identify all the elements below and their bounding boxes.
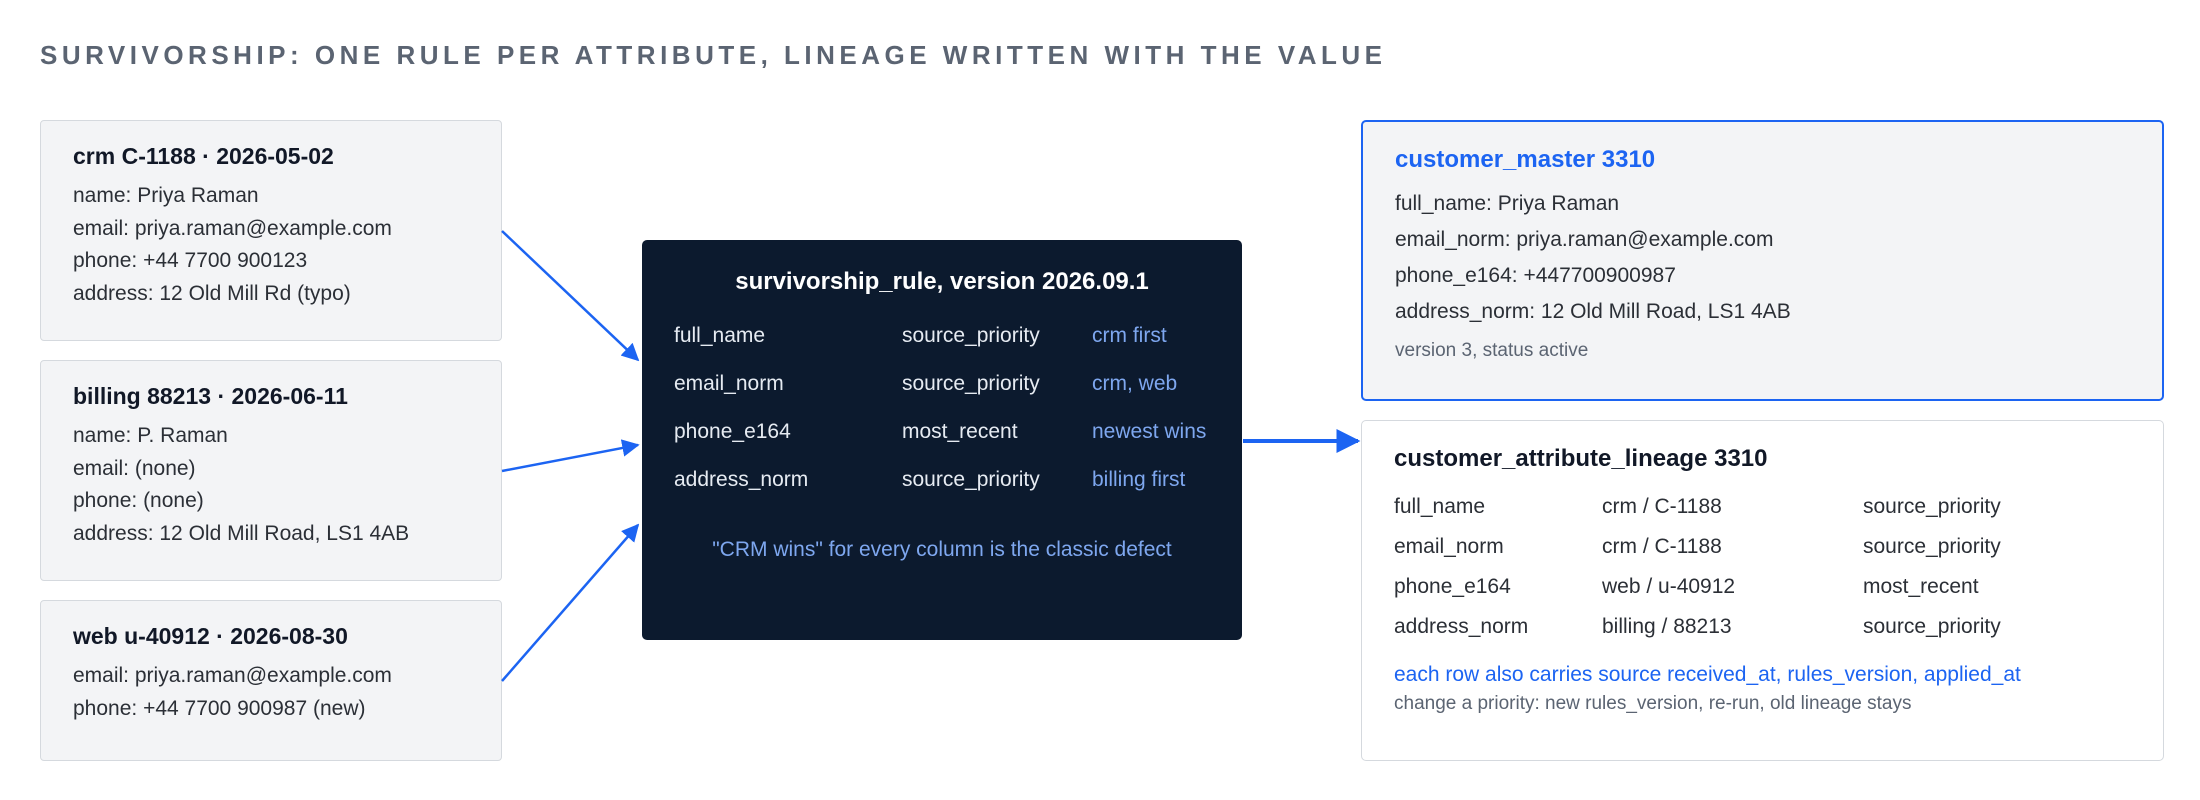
flow-arrows xyxy=(501,230,1361,682)
arrow-billing-to-rule xyxy=(501,439,640,473)
arrow-crm-to-rule xyxy=(501,230,640,362)
arrow-web-to-rule xyxy=(501,523,640,682)
